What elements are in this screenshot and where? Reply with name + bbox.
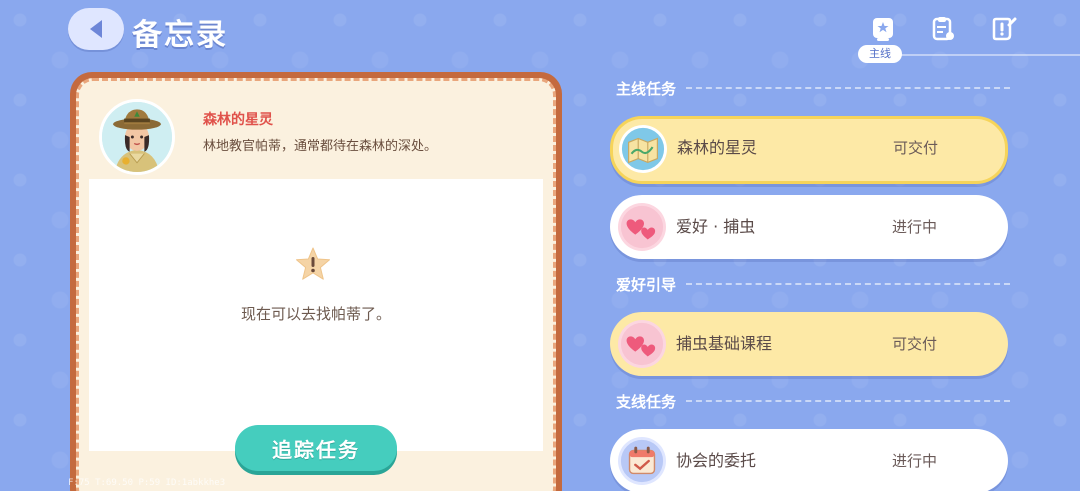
quest-name: 捕虫基础课程 <box>676 334 773 353</box>
quest-icon-wrap <box>618 437 666 485</box>
quest-status: 可交付 <box>893 139 939 157</box>
quest-status: 可交付 <box>892 335 938 353</box>
section-title: 支线任务 <box>616 392 677 411</box>
quest-item-hobby-bug[interactable]: 爱好 · 捕虫 进行中 <box>610 195 1008 259</box>
heart-icon <box>620 205 664 249</box>
top-tab-bar <box>866 12 1020 46</box>
page-title: 备忘录 <box>132 18 228 53</box>
npc-name: 森林的星灵 <box>203 112 273 128</box>
quest-icon-wrap <box>618 203 666 251</box>
alert-star-icon <box>296 247 330 280</box>
track-quest-button[interactable]: 追踪任务 <box>235 425 397 471</box>
tab-clipboard[interactable] <box>926 12 960 46</box>
ranger-portrait-icon <box>102 102 172 172</box>
section-title: 主线任务 <box>616 79 677 98</box>
quest-name: 协会的委托 <box>676 451 757 470</box>
quest-status: 进行中 <box>892 218 938 236</box>
quest-name: 爱好 · 捕虫 <box>676 217 756 236</box>
calendar-icon <box>620 439 664 483</box>
section-divider <box>686 400 1010 402</box>
quest-item-bug-course[interactable]: 捕虫基础课程 可交付 <box>610 312 1008 376</box>
heart-icon <box>620 322 664 366</box>
tab-divider <box>900 54 1080 56</box>
active-tab-label: 主线 <box>858 45 902 63</box>
quest-book-icon <box>873 18 893 41</box>
quest-name: 森林的星灵 <box>677 138 758 157</box>
back-arrow-icon <box>90 20 102 38</box>
section-divider <box>686 87 1010 89</box>
clipboard-icon <box>932 17 954 41</box>
tab-notes[interactable] <box>986 12 1020 46</box>
section-divider <box>686 283 1010 285</box>
note-edit-icon <box>992 17 1017 41</box>
map-icon <box>621 127 665 171</box>
debug-overlay: F:75 T:69.50 P:59 ID:1abkkhe3 <box>68 478 226 488</box>
quest-message: 现在可以去找帕蒂了。 <box>240 305 391 323</box>
section-main-quests: 主线任务 <box>616 78 1010 98</box>
npc-header: 森林的星灵 林地教官帕蒂，通常都待在森林的深处。 <box>87 89 545 181</box>
npc-description: 林地教官帕蒂，通常都待在森林的深处。 <box>203 139 438 154</box>
quest-status: 进行中 <box>892 452 938 470</box>
tab-main-quest[interactable] <box>866 12 900 46</box>
quest-content-box: 现在可以去找帕蒂了。 <box>89 179 543 451</box>
section-side-quests: 支线任务 <box>616 391 1010 411</box>
npc-avatar <box>99 99 175 175</box>
quest-icon-wrap <box>619 125 667 173</box>
section-title: 爱好引导 <box>616 275 677 294</box>
section-hobby-guide: 爱好引导 <box>616 274 1010 294</box>
quest-icon-wrap <box>618 320 666 368</box>
quest-item-forest-spirit[interactable]: 森林的星灵 可交付 <box>610 116 1008 184</box>
back-button[interactable] <box>68 8 124 50</box>
quest-item-association[interactable]: 协会的委托 进行中 <box>610 429 1008 491</box>
